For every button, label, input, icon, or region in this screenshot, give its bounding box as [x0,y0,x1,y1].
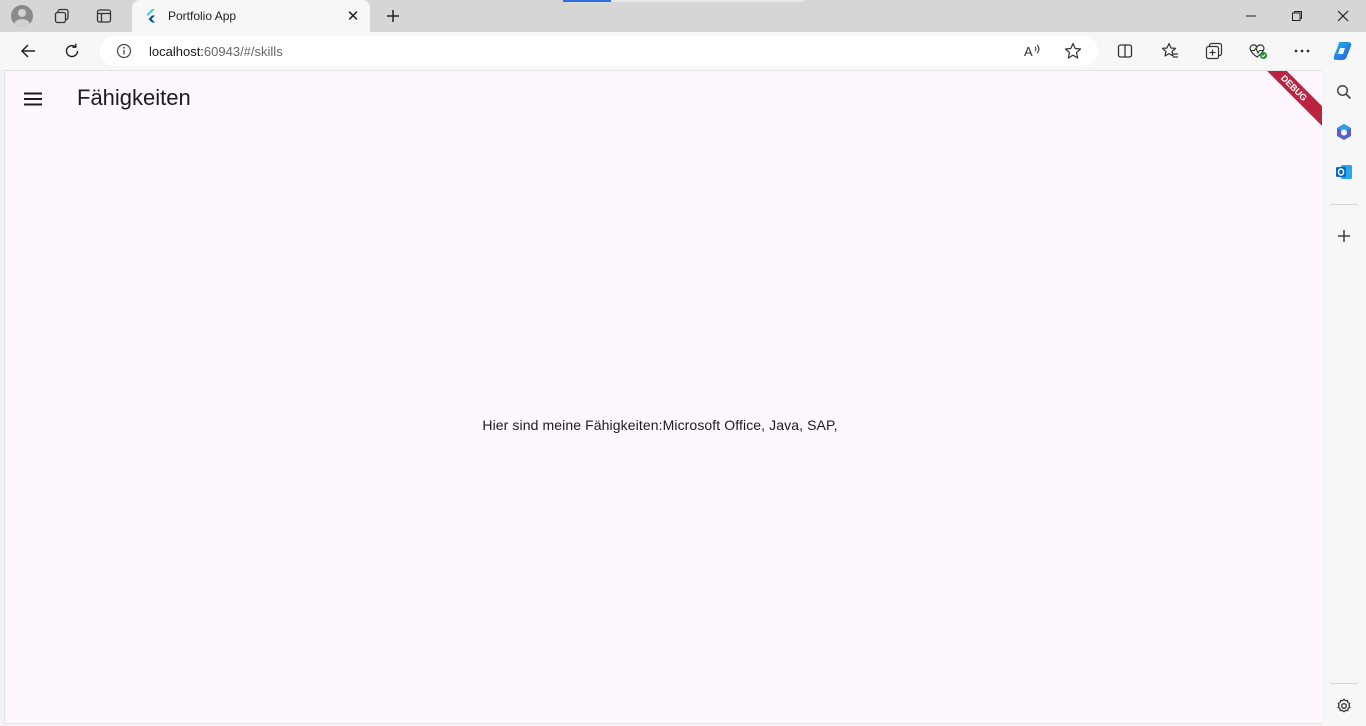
add-icon[interactable] [1332,224,1356,248]
skills-text: Hier sind meine Fähigkeiten:Microsoft Of… [482,417,838,433]
info-icon[interactable] [116,43,132,59]
browser-sidebar [1322,70,1366,726]
sidebar-divider [1330,683,1358,684]
hamburger-menu-icon[interactable] [17,83,49,115]
tab-actions-icon[interactable] [90,4,118,28]
app-bar: Fähigkeiten [5,71,1322,127]
svg-text:A: A [1024,44,1033,59]
heart-pulse-icon[interactable] [1246,39,1270,63]
outlook-icon[interactable] [1332,160,1356,184]
more-icon[interactable] [1290,39,1314,63]
settings-icon[interactable] [1332,694,1356,718]
back-arrow-icon[interactable] [14,38,42,64]
split-screen-icon[interactable] [1113,39,1137,63]
flutter-icon [146,9,155,23]
loading-indicator [563,0,611,2]
url-text[interactable]: localhost:60943/#/skills [149,44,283,59]
copilot-icon[interactable] [1331,39,1355,63]
url-host: localhost: [149,44,204,59]
close-icon[interactable]: ✕ [342,5,364,27]
favorites-icon[interactable] [1158,39,1182,63]
loading-indicator-track [611,0,804,2]
plus-icon[interactable] [380,4,406,28]
read-aloud-icon[interactable]: A [1022,41,1044,61]
url-path: 60943/#/skills [203,44,283,59]
refresh-icon[interactable] [58,38,86,64]
browser-tab-bar: Portfolio App ✕ [0,0,1366,32]
search-icon[interactable] [1332,80,1356,104]
collections-icon[interactable] [1202,39,1226,63]
close-window-icon[interactable] [1320,0,1366,32]
star-icon[interactable] [1062,41,1084,61]
copilot-apps-icon[interactable] [1332,120,1356,144]
profile-avatar-icon[interactable] [8,4,36,28]
minimize-icon[interactable] [1228,0,1274,32]
page-title: Fähigkeiten [77,85,191,110]
browser-tab-active[interactable]: Portfolio App ✕ [132,0,370,32]
restore-icon[interactable] [1274,0,1320,32]
browser-toolbar: localhost:60943/#/skills A [0,32,1366,70]
app-page: Fähigkeiten DEBUG Hier sind meine Fähigk… [4,70,1322,724]
sidebar-divider [1330,204,1358,205]
address-bar[interactable]: localhost:60943/#/skills A [100,36,1098,66]
tab-title: Portfolio App [168,9,237,23]
workspaces-icon[interactable] [48,4,76,28]
